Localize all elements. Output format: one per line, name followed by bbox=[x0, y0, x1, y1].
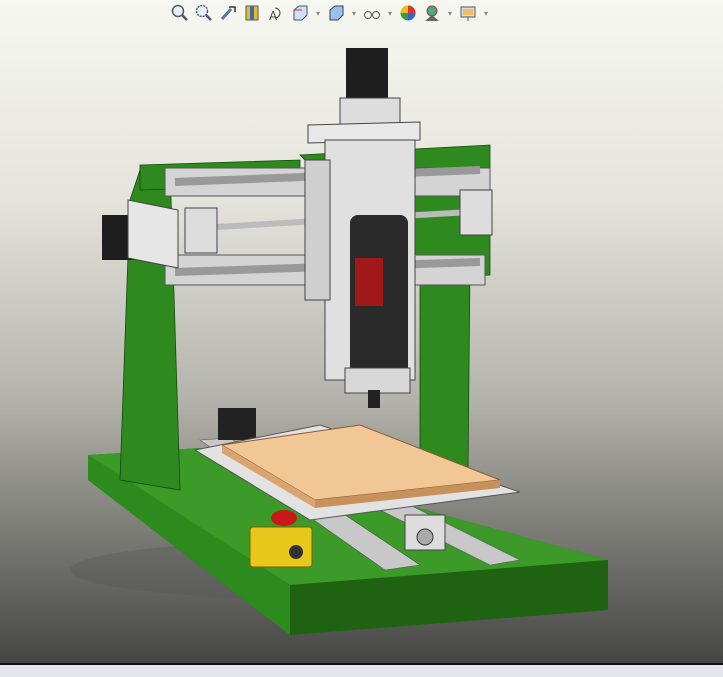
hide-show-items-icon[interactable] bbox=[362, 3, 382, 23]
dynamic-annotation-views-icon[interactable]: A bbox=[266, 3, 286, 23]
3d-viewport[interactable] bbox=[0, 0, 723, 663]
zoom-to-fit-icon[interactable] bbox=[170, 3, 190, 23]
section-view-icon[interactable] bbox=[242, 3, 262, 23]
display-style-dropdown[interactable]: ▾ bbox=[350, 9, 358, 18]
view-settings-icon[interactable] bbox=[458, 3, 478, 23]
view-orientation-dropdown[interactable]: ▾ bbox=[314, 9, 322, 18]
status-bar bbox=[0, 665, 723, 677]
view-orientation-icon[interactable] bbox=[290, 3, 310, 23]
hide-show-items-dropdown[interactable]: ▾ bbox=[386, 9, 394, 18]
display-style-icon[interactable] bbox=[326, 3, 346, 23]
cnc-machine-model[interactable] bbox=[0, 0, 723, 663]
z-axis-carriage bbox=[304, 48, 421, 408]
svg-text:A: A bbox=[269, 9, 278, 22]
apply-scene-dropdown[interactable]: ▾ bbox=[446, 9, 454, 18]
previous-view-icon[interactable] bbox=[218, 3, 238, 23]
apply-scene-icon[interactable] bbox=[422, 3, 442, 23]
edit-appearance-icon[interactable] bbox=[398, 3, 418, 23]
heads-up-view-toolbar: A ▾ ▾ ▾ ▾ ▾ bbox=[170, 2, 490, 24]
zoom-to-area-icon[interactable] bbox=[194, 3, 214, 23]
view-settings-dropdown[interactable]: ▾ bbox=[482, 9, 490, 18]
